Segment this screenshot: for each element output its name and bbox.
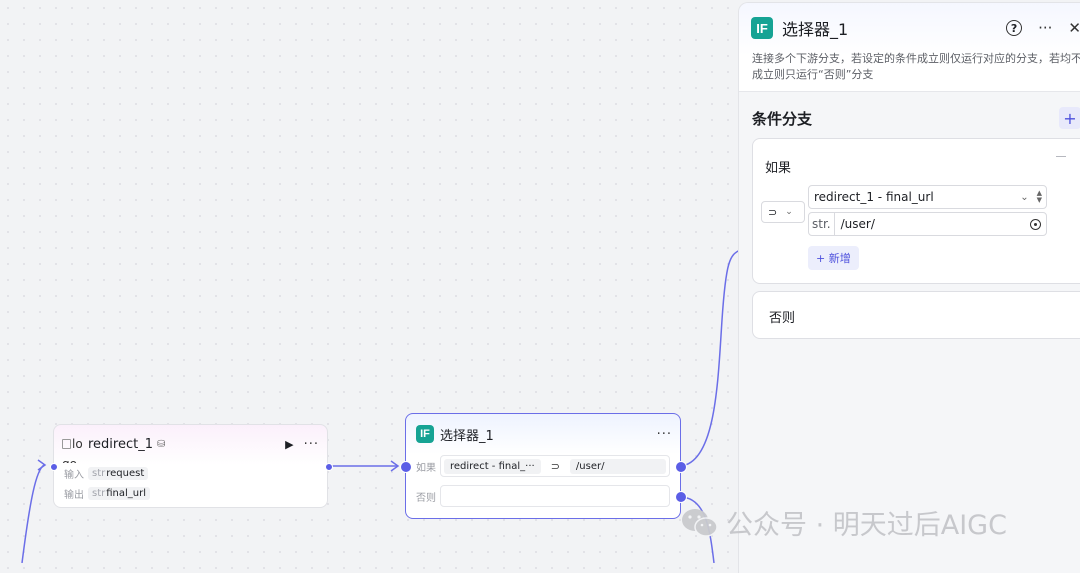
condition-value-input[interactable]: str. /user/: [808, 212, 1047, 236]
else-branch-label: 否则: [769, 311, 796, 326]
contains-operator-icon: ⊃: [550, 459, 560, 473]
condition-value-chip: /user/: [569, 458, 666, 474]
else-branch-card: 否则: [752, 291, 1080, 339]
condition-branches-title: 条件分支: [752, 110, 813, 128]
add-condition-button[interactable]: + 新增: [808, 246, 859, 270]
else-branch-output-port[interactable]: [675, 491, 687, 503]
redirect-node-title: redirect_1: [88, 436, 153, 452]
collapse-icon[interactable]: [1056, 156, 1066, 157]
add-branch-button[interactable]: +: [1059, 107, 1080, 129]
output-label: 输出: [64, 490, 84, 501]
redirect-node-header: lo redirect_1 ⛁ ▶ ···: [62, 433, 319, 455]
else-condition-box[interactable]: [440, 485, 670, 507]
watermark: 公众号 · 明天过后AIGC: [680, 503, 1007, 542]
if-branch-label: 如果: [765, 161, 792, 176]
node-output-row: 输出 str final_url: [64, 486, 151, 501]
run-node-button[interactable]: ▶: [285, 438, 293, 451]
else-condition-row: 否则: [416, 485, 670, 507]
value-type-tag[interactable]: str.: [809, 213, 835, 235]
node-more-button[interactable]: ···: [304, 437, 319, 452]
broken-image-icon: [62, 439, 71, 449]
panel-description: 连接多个下游分支，若设定的条件成立则仅运行对应的分支，若均不成立则只运行“否则”…: [752, 52, 1080, 81]
input-param-chip: str request: [88, 467, 149, 480]
panel-header: IF 选择器_1 ? ··· ✕ 连接多个下游分支，若设定的条件成立则仅运行对应…: [739, 3, 1080, 92]
if-label: 如果: [416, 462, 436, 474]
if-branch-output-port[interactable]: [675, 461, 687, 473]
watermark-text: 公众号 · 明天过后AIGC: [726, 510, 1007, 541]
node-more-button[interactable]: ···: [657, 427, 672, 442]
selector-input-port[interactable]: [400, 461, 412, 473]
panel-more-button[interactable]: ···: [1038, 18, 1052, 38]
close-icon[interactable]: ✕: [1068, 18, 1080, 38]
node-input-row: 输入 str request: [64, 466, 149, 481]
variable-select[interactable]: redirect_1 - final_url ⌄ ▲ ▼: [808, 185, 1047, 209]
if-badge-icon: IF: [416, 425, 434, 443]
selector-node-header: IF 选择器_1 ···: [416, 423, 672, 445]
edge-arrow-redirect-to-selector: [390, 460, 400, 472]
chevron-down-icon: ⌄: [1020, 191, 1029, 203]
help-icon[interactable]: ?: [1006, 20, 1023, 36]
input-label: 输入: [64, 470, 84, 481]
else-label: 否则: [416, 492, 436, 504]
operator-select[interactable]: ⊃ ⌄: [761, 201, 805, 223]
if-condition-row: 如果 redirect - final_··· ⊃ /user/: [416, 455, 670, 477]
condition-value-text[interactable]: /user/: [841, 217, 1030, 231]
selector-node[interactable]: IF 选择器_1 ··· 如果 redirect - final_··· ⊃ /…: [400, 413, 687, 519]
sort-arrows-icon: ▲ ▼: [1036, 189, 1042, 204]
panel-title[interactable]: 选择器_1: [782, 16, 848, 40]
selector-node-title: 选择器_1: [440, 428, 494, 444]
node-config-panel: IF 选择器_1 ? ··· ✕ 连接多个下游分支，若设定的条件成立则仅运行对应…: [738, 2, 1080, 573]
wechat-logo-icon: [682, 508, 718, 537]
redirect-output-port[interactable]: [325, 463, 333, 471]
condition-variable-chip: redirect - final_···: [444, 458, 541, 474]
redirect-node[interactable]: lo redirect_1 ⛁ ▶ ··· go 输入 strrequest 输…: [50, 424, 333, 508]
if-condition-box[interactable]: redirect - final_··· ⊃ /user/: [440, 455, 670, 477]
node-logo-image: lo: [62, 434, 87, 454]
if-branch-card: 如果 ⊃ ⌄ redirect_1 - final_url ⌄ ▲ ▼ str. …: [752, 138, 1080, 284]
edge-if-branch-out: [680, 249, 741, 467]
panel-title-row: IF 选择器_1 ? ··· ✕: [751, 16, 1080, 40]
database-icon: ⛁: [157, 438, 166, 450]
output-param-chip: str final_url: [88, 487, 151, 500]
variable-reference-icon[interactable]: [1030, 218, 1041, 230]
title-overflow-text: go: [62, 455, 77, 463]
if-badge-icon: IF: [751, 17, 773, 39]
redirect-input-port[interactable]: [50, 463, 58, 471]
edge-start-to-redirect: [21, 464, 45, 563]
chevron-down-icon: ⌄: [785, 207, 793, 217]
edge-arrow-start-to-redirect: [37, 459, 47, 471]
